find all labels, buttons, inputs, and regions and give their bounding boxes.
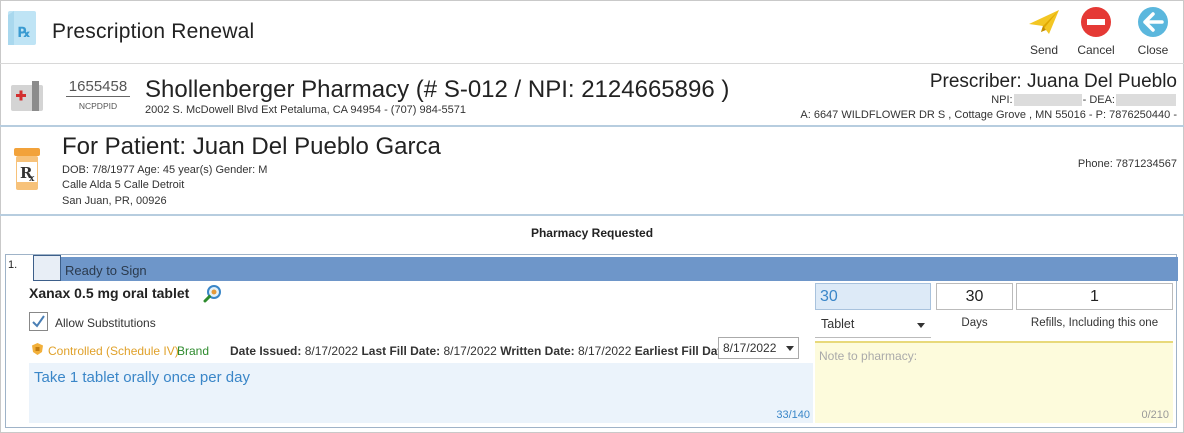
prescriber-ids: NPI: - DEA: bbox=[991, 94, 1177, 106]
sig-char-count: 33/140 bbox=[776, 409, 810, 421]
drug-lookup-icon[interactable] bbox=[203, 284, 223, 309]
ready-to-sign-checkbox[interactable] bbox=[33, 255, 61, 281]
header-bar: ℞ Prescription Renewal Send Cancel Close bbox=[0, 0, 1184, 64]
note-placeholder: Note to pharmacy: bbox=[819, 349, 918, 363]
pharmacy-icon bbox=[10, 78, 44, 117]
earliest-fill-date-value: 8/17/2022 bbox=[723, 341, 777, 355]
patient-address-line1: Calle Alda 5 Calle Detroit bbox=[62, 179, 185, 191]
unit-select[interactable]: Tablet bbox=[815, 313, 931, 338]
checkmark-icon bbox=[32, 315, 45, 328]
note-to-pharmacy-textarea[interactable]: Note to pharmacy: 0/210 bbox=[815, 341, 1173, 423]
unit-value: Tablet bbox=[821, 317, 855, 331]
section-title: Pharmacy Requested bbox=[530, 226, 654, 240]
days-input[interactable]: 30 bbox=[936, 283, 1013, 310]
date-info: Date Issued: 8/17/2022 Last Fill Date: 8… bbox=[230, 344, 732, 358]
dea-redacted bbox=[1116, 94, 1176, 106]
prescription-renewal-icon: ℞ bbox=[6, 9, 38, 47]
sig-textarea[interactable]: Take 1 tablet orally once per day 33/140 bbox=[29, 363, 813, 423]
allow-substitutions-checkbox[interactable] bbox=[29, 312, 48, 331]
close-label: Close bbox=[1137, 43, 1169, 57]
refills-input[interactable]: 1 bbox=[1016, 283, 1173, 310]
prescriber-name: Prescriber: Juana Del Pueblo bbox=[929, 71, 1177, 92]
page-title: Prescription Renewal bbox=[52, 20, 255, 43]
patient-phone: Phone: 7871234567 bbox=[1077, 158, 1177, 170]
chevron-down-icon bbox=[786, 346, 794, 351]
ready-to-sign-label: Ready to Sign bbox=[65, 263, 147, 278]
npi-redacted bbox=[1013, 94, 1082, 106]
refills-label: Refills, Including this one bbox=[1030, 317, 1159, 329]
prescriber-address: A: 6647 WILDFLOWER DR S , Cottage Grove … bbox=[800, 109, 1177, 121]
patient-name: For Patient: Juan Del Pueblo Garca bbox=[62, 133, 441, 160]
patient-address-line2: San Juan, PR, 00926 bbox=[62, 195, 167, 207]
controlled-schedule-label: Controlled (Schedule IV) bbox=[48, 344, 179, 358]
chevron-down-icon bbox=[917, 323, 925, 328]
close-button[interactable]: Close bbox=[1128, 6, 1178, 58]
last-fill-label: Last Fill Date: bbox=[361, 344, 441, 358]
quantity-input[interactable]: 30 bbox=[815, 283, 931, 310]
date-issued-label: Date Issued: bbox=[230, 344, 302, 358]
ncpdp-label: NCPDPID bbox=[78, 101, 118, 111]
patient-demographics: DOB: 7/8/1977 Age: 45 year(s) Gender: M bbox=[62, 164, 268, 176]
pharmacy-info: 1655458 NCPDPID Shollenberger Pharmacy (… bbox=[0, 64, 1184, 127]
days-label: Days bbox=[961, 317, 988, 329]
drug-name: Xanax 0.5 mg oral tablet bbox=[29, 285, 190, 301]
pharmacy-address: 2002 S. McDowell Blvd Ext Petaluma, CA 9… bbox=[145, 104, 467, 116]
back-arrow-icon bbox=[1138, 7, 1168, 37]
send-label: Send bbox=[1029, 43, 1059, 57]
patient-info: R x For Patient: Juan Del Pueblo Garca D… bbox=[0, 127, 1184, 216]
npi-label: NPI: bbox=[991, 94, 1013, 106]
item-number: 1. bbox=[8, 259, 18, 271]
send-icon bbox=[1029, 10, 1059, 34]
send-button[interactable]: Send bbox=[1019, 6, 1069, 58]
cancel-label: Cancel bbox=[1077, 43, 1115, 57]
svg-text:x: x bbox=[29, 174, 35, 184]
pharmacy-name: Shollenberger Pharmacy (# S-012 / NPI: 2… bbox=[145, 76, 730, 103]
controlled-substance-icon bbox=[31, 342, 44, 361]
earliest-fill-date-select[interactable]: 8/17/2022 bbox=[718, 337, 799, 359]
allow-substitutions-label: Allow Substitutions bbox=[55, 316, 156, 330]
note-char-count: 0/210 bbox=[1141, 409, 1169, 421]
written-date-value: 8/17/2022 bbox=[578, 344, 632, 358]
ncpdp-id: 1655458 bbox=[66, 78, 130, 97]
ready-to-sign-bar[interactable] bbox=[33, 257, 1178, 281]
svg-text:℞: ℞ bbox=[18, 25, 31, 41]
last-fill-value: 8/17/2022 bbox=[443, 344, 497, 358]
date-issued-value: 8/17/2022 bbox=[304, 344, 359, 358]
brand-label: Brand bbox=[177, 344, 210, 358]
prescription-item: 1. Ready to Sign Xanax 0.5 mg oral table… bbox=[5, 254, 1178, 428]
cancel-button[interactable]: Cancel bbox=[1071, 6, 1121, 58]
cancel-icon bbox=[1081, 7, 1111, 37]
sig-text: Take 1 tablet orally once per day bbox=[34, 369, 250, 386]
rx-bottle-icon: R x bbox=[13, 148, 41, 195]
written-date-label: Written Date: bbox=[500, 344, 575, 358]
dea-label: - DEA: bbox=[1082, 94, 1115, 106]
